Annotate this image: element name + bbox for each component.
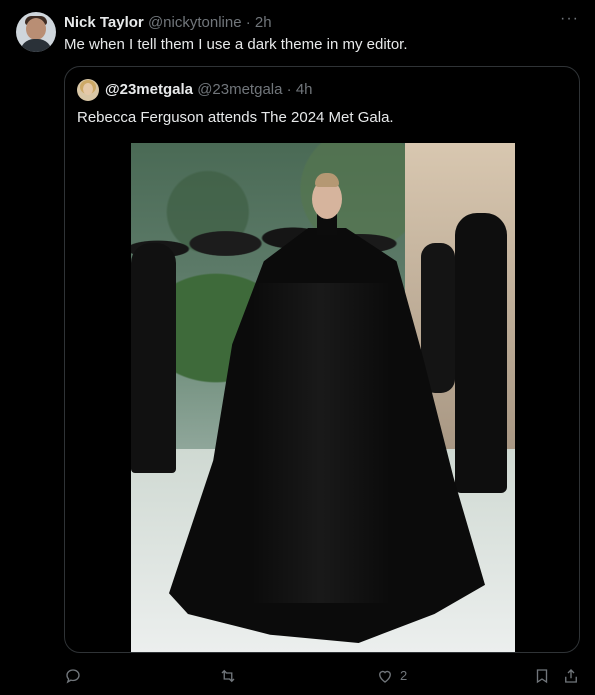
quoted-post-photo[interactable]	[131, 143, 515, 652]
avatar-face	[26, 18, 46, 40]
photo-gown-highlight	[251, 283, 391, 603]
share-button[interactable]	[562, 664, 586, 688]
quoted-post-time[interactable]: 4h	[296, 81, 313, 98]
share-icon	[565, 669, 577, 683]
reply-button[interactable]	[64, 664, 88, 688]
repost-icon	[221, 669, 235, 683]
like-icon	[379, 670, 391, 683]
avatar-body	[20, 39, 52, 52]
photo-subject-hair	[315, 173, 339, 187]
quoted-separator: ·	[286, 81, 292, 98]
post[interactable]: Nick Taylor @nickytonline · 2h ··· Me wh…	[0, 0, 595, 695]
more-icon[interactable]: ···	[560, 10, 579, 28]
reply-icon	[66, 669, 80, 684]
bookmark-button[interactable]	[533, 664, 557, 688]
post-header: Nick Taylor @nickytonline · 2h	[64, 13, 272, 33]
quoted-author-name[interactable]: @23metgala	[105, 81, 193, 98]
quoted-author-avatar[interactable]	[77, 79, 99, 101]
post-text: Me when I tell them I use a dark theme i…	[64, 36, 408, 53]
quoted-post[interactable]: @23metgala @23metgala · 4h Rebecca Fergu…	[64, 66, 580, 653]
repost-button[interactable]	[219, 664, 243, 688]
like-button[interactable]: 2	[376, 664, 407, 688]
bookmark-icon	[536, 669, 548, 684]
author-avatar[interactable]	[16, 12, 56, 52]
action-bar: 2	[0, 664, 595, 688]
quoted-author-handle[interactable]: @23metgala	[197, 81, 282, 98]
photo-right-person	[455, 213, 507, 493]
photo-left-person	[131, 243, 176, 473]
quoted-post-header: @23metgala @23metgala · 4h	[105, 80, 313, 100]
post-time[interactable]: 2h	[255, 14, 272, 31]
separator: ·	[245, 14, 251, 31]
author-handle[interactable]: @nickytonline	[148, 14, 242, 31]
quoted-avatar-face	[83, 83, 93, 95]
author-name[interactable]: Nick Taylor	[64, 14, 144, 31]
like-count: 2	[400, 668, 408, 683]
quoted-post-text: Rebecca Ferguson attends The 2024 Met Ga…	[77, 109, 394, 126]
